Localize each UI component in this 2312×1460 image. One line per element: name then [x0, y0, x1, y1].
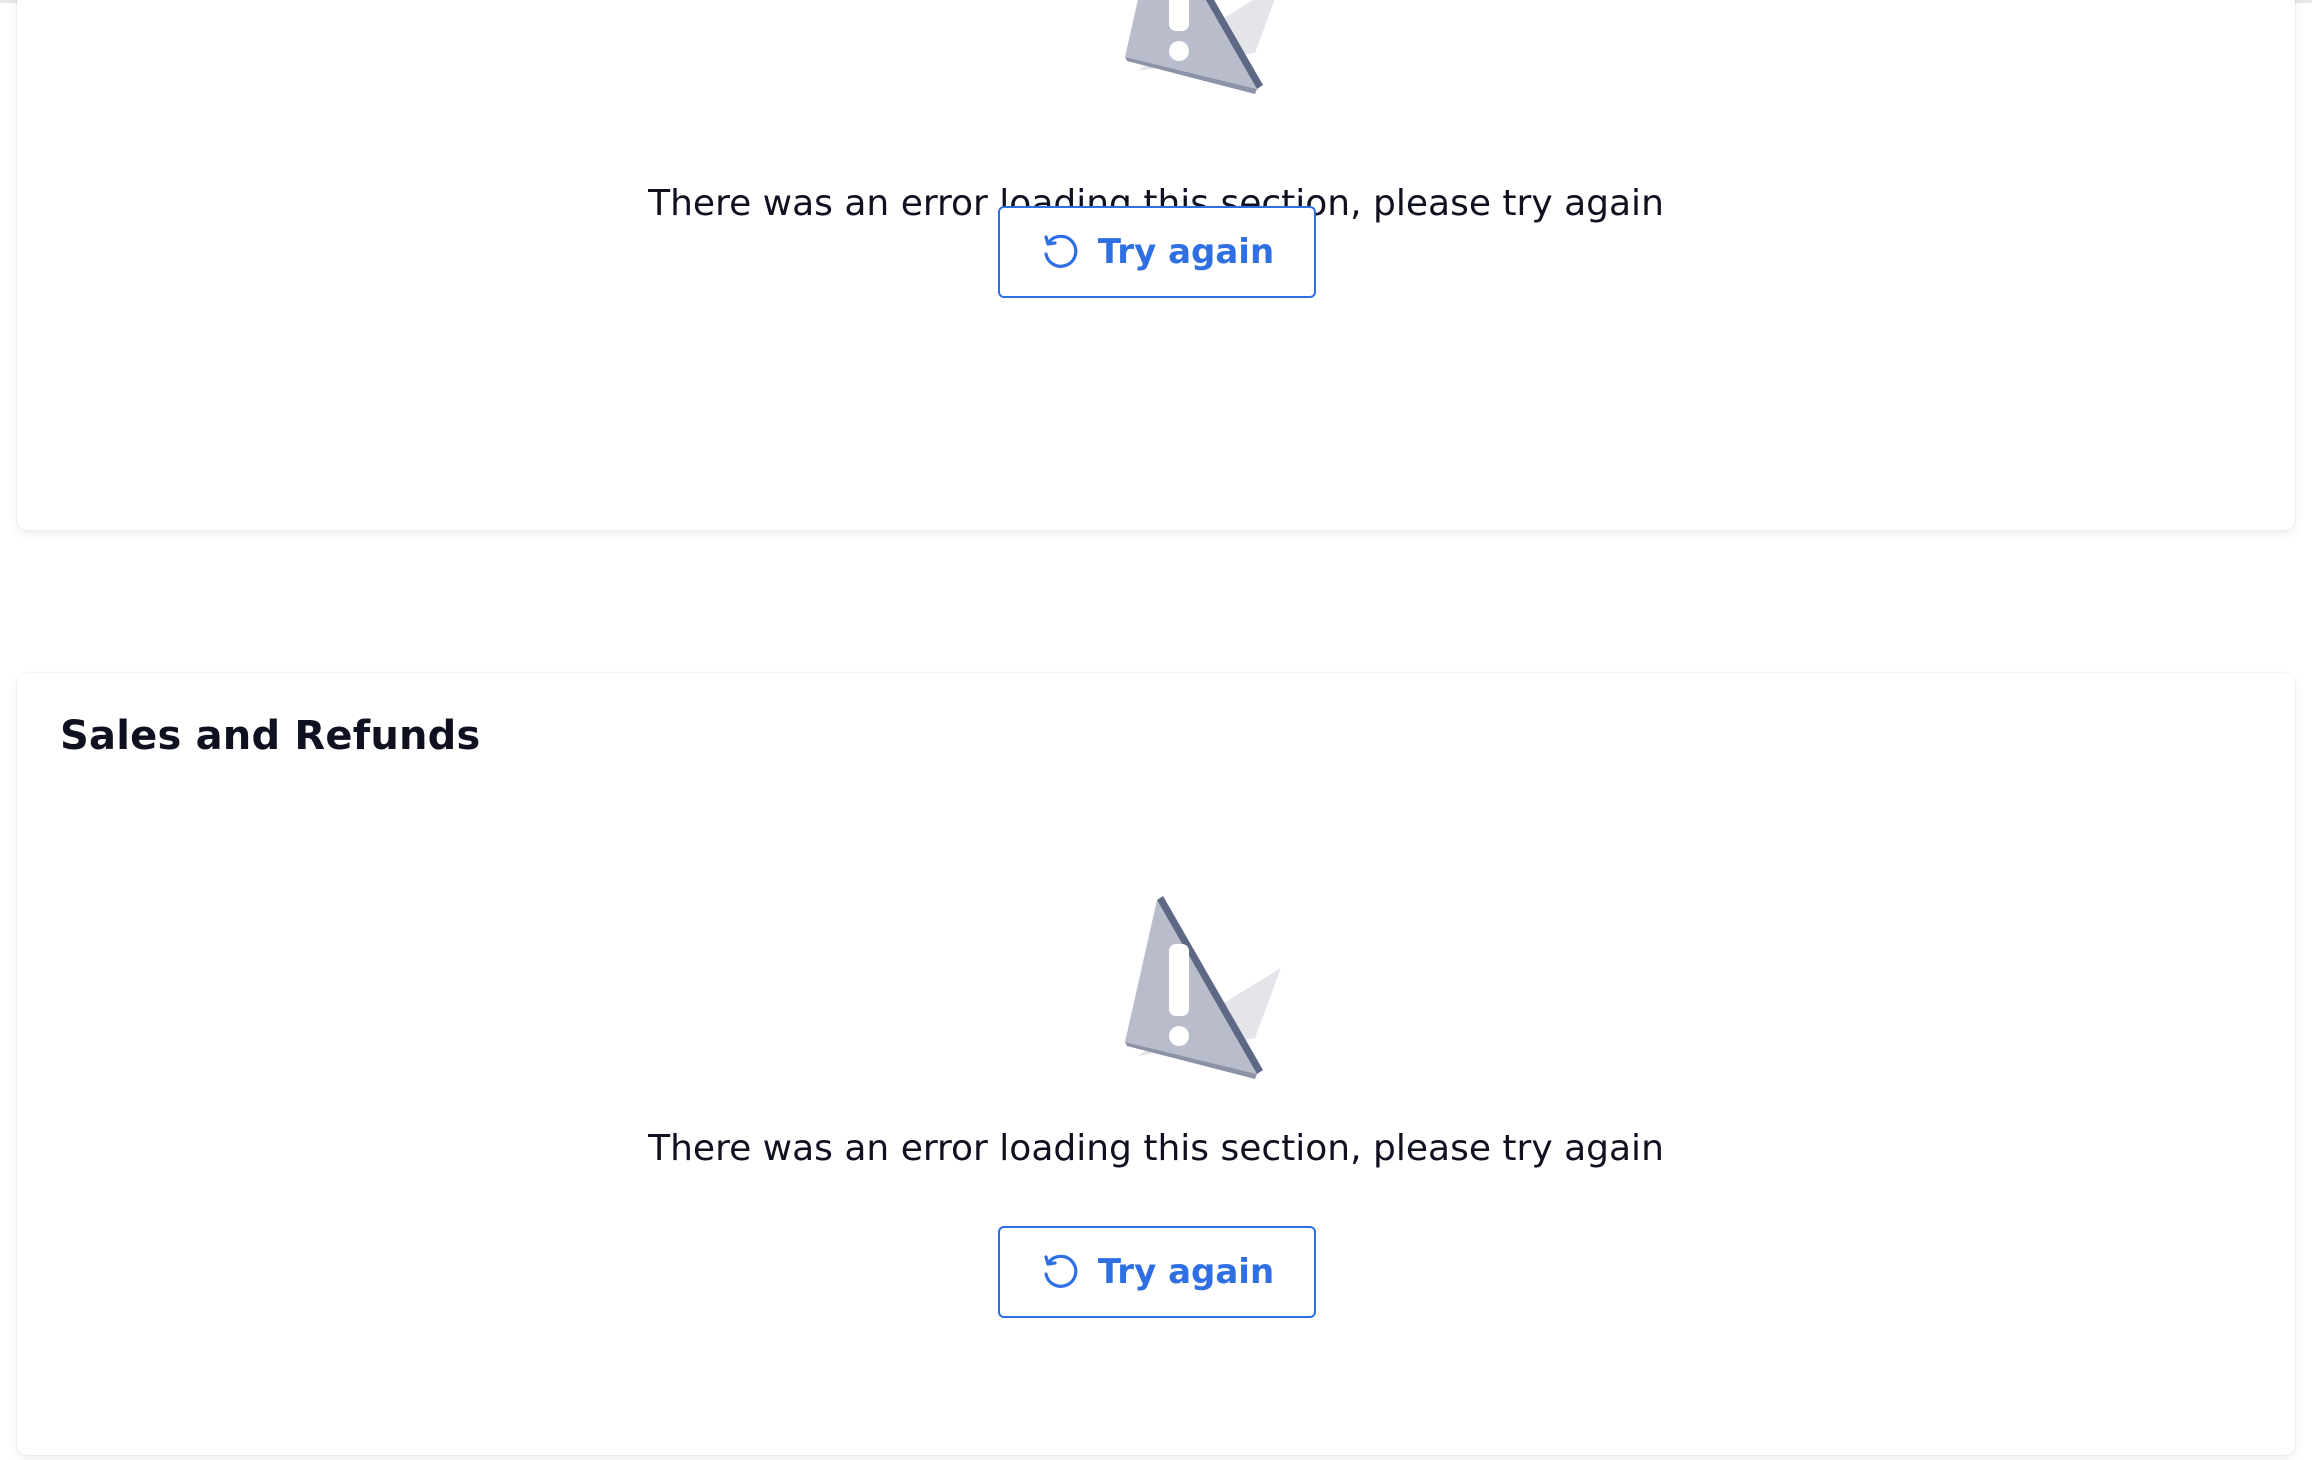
- warning-triangle-icon: [1059, 878, 1299, 1098]
- try-again-button[interactable]: Try again: [998, 206, 1316, 298]
- page: There was an error loading this section,…: [0, 0, 2312, 1460]
- warning-triangle-icon: [1059, 0, 1299, 113]
- error-card-top: There was an error loading this section,…: [17, 0, 2295, 530]
- section-title: Sales and Refunds: [60, 713, 481, 759]
- try-again-label: Try again: [1097, 1252, 1275, 1292]
- sales-and-refunds-card: Sales and Refunds There was an error loa…: [17, 673, 2295, 1455]
- error-message: There was an error loading this section,…: [648, 1128, 1664, 1169]
- refresh-icon: [1040, 1252, 1080, 1292]
- try-again-label: Try again: [1097, 232, 1275, 272]
- try-again-button[interactable]: Try again: [998, 1226, 1316, 1318]
- refresh-icon: [1040, 232, 1080, 272]
